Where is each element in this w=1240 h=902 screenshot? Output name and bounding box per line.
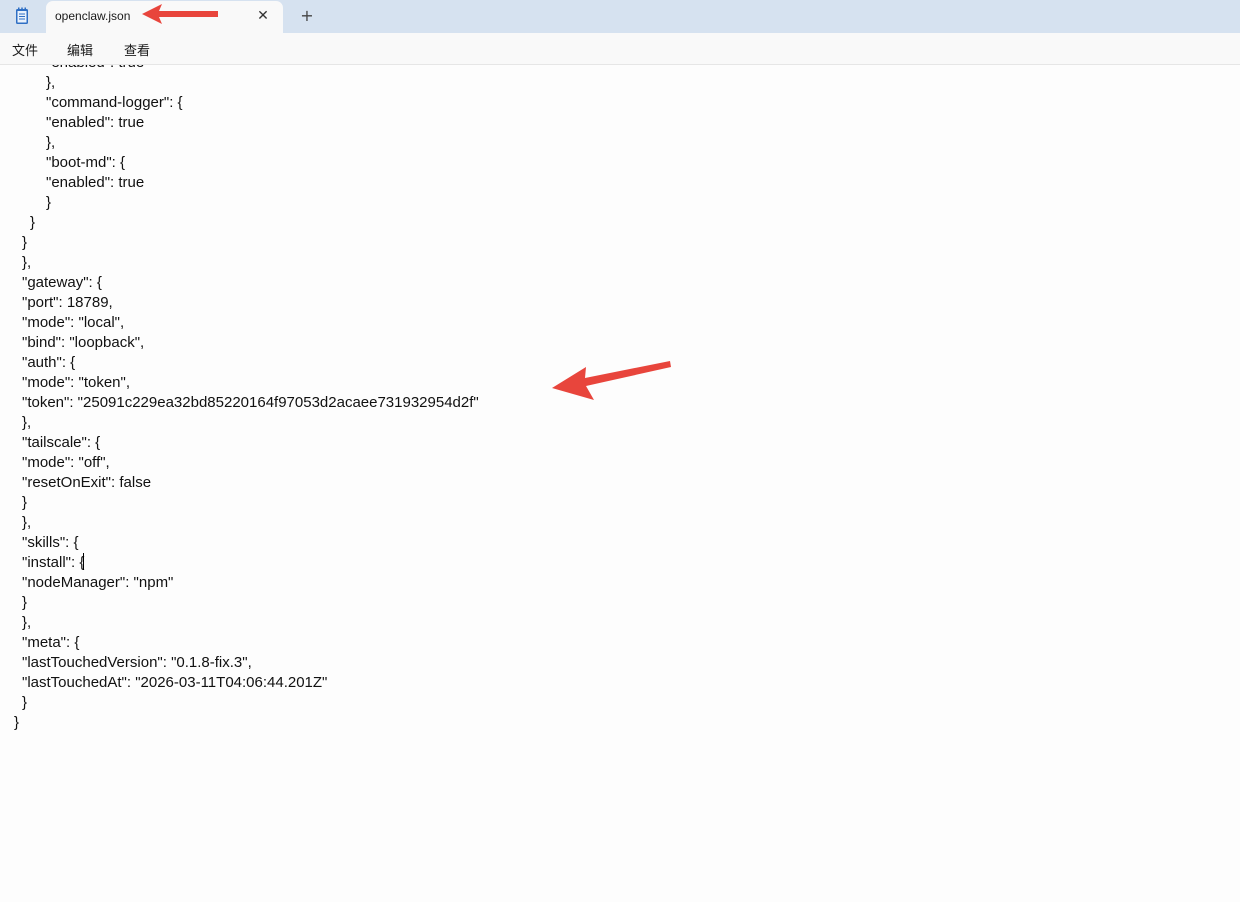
code-line: }, — [22, 414, 32, 431]
code-line: "lastTouchedAt": "2026-03-11T04:06:44.20… — [22, 674, 328, 691]
code-line: "gateway": { — [22, 274, 102, 291]
code-line: "enabled": true — [46, 114, 145, 131]
text-editor[interactable]: "enabled": true }, "command-logger": { "… — [0, 65, 1240, 902]
tab-title: openclaw.json — [55, 9, 131, 23]
code-line: }, — [22, 514, 32, 531]
menu-file[interactable]: 文件 — [12, 40, 38, 59]
code-line: "lastTouchedVersion": "0.1.8-fix.3", — [22, 654, 252, 671]
code-line: } — [22, 694, 28, 711]
code-line: "auth": { — [22, 354, 76, 371]
code-line: "enabled": true — [14, 65, 479, 73]
code-line: "install": { — [14, 553, 479, 573]
code-line: "tailscale": { — [22, 434, 101, 451]
code-line: "resetOnExit": false — [22, 474, 152, 491]
code-line: }, — [22, 254, 32, 271]
code-line: "boot-md": { — [46, 154, 126, 171]
code-line: } — [22, 234, 28, 251]
code-line: "mode": "local", — [22, 314, 125, 331]
close-icon[interactable]: ✕ — [256, 7, 270, 25]
menu-bar: 文件 编辑 查看 — [0, 33, 1240, 65]
code-line: "bind": "loopback", — [22, 334, 145, 351]
code-line: }, — [46, 134, 56, 151]
code-line: "skills": { — [22, 534, 79, 551]
code-line: "nodeManager": "npm" — [22, 574, 174, 591]
code-line: } — [46, 194, 52, 211]
code-line: "mode": "off", — [22, 454, 110, 471]
new-tab-button[interactable]: + — [298, 6, 316, 26]
code-line: }, — [22, 614, 32, 631]
notepad-window: openclaw.json ✕ + 文件 编辑 查看 "enabled": tr… — [0, 0, 1240, 902]
arrow-to-tab-title — [142, 4, 218, 24]
token-line: "token": "25091c229ea32bd85220164f97053d… — [22, 394, 479, 411]
code-line: "mode": "token", — [22, 374, 131, 391]
text-cursor — [83, 553, 85, 570]
code-line: "port": 18789, — [22, 294, 113, 311]
arrow-to-token-line — [552, 361, 671, 400]
code-line: } — [22, 494, 28, 511]
code-line: "meta": { — [22, 634, 80, 651]
menu-view[interactable]: 查看 — [124, 40, 150, 59]
notepad-icon[interactable] — [15, 7, 29, 25]
code-text: "enabled": true }, "command-logger": { "… — [14, 65, 479, 733]
code-line: "command-logger": { — [46, 94, 183, 111]
menu-edit[interactable]: 编辑 — [67, 40, 93, 59]
code-line: }, — [46, 74, 56, 91]
code-line: } — [30, 214, 36, 231]
code-line: } — [22, 594, 28, 611]
code-text-fragment: "install": { — [22, 554, 85, 571]
code-line: "enabled": true — [46, 174, 145, 191]
code-line: } — [14, 714, 20, 731]
